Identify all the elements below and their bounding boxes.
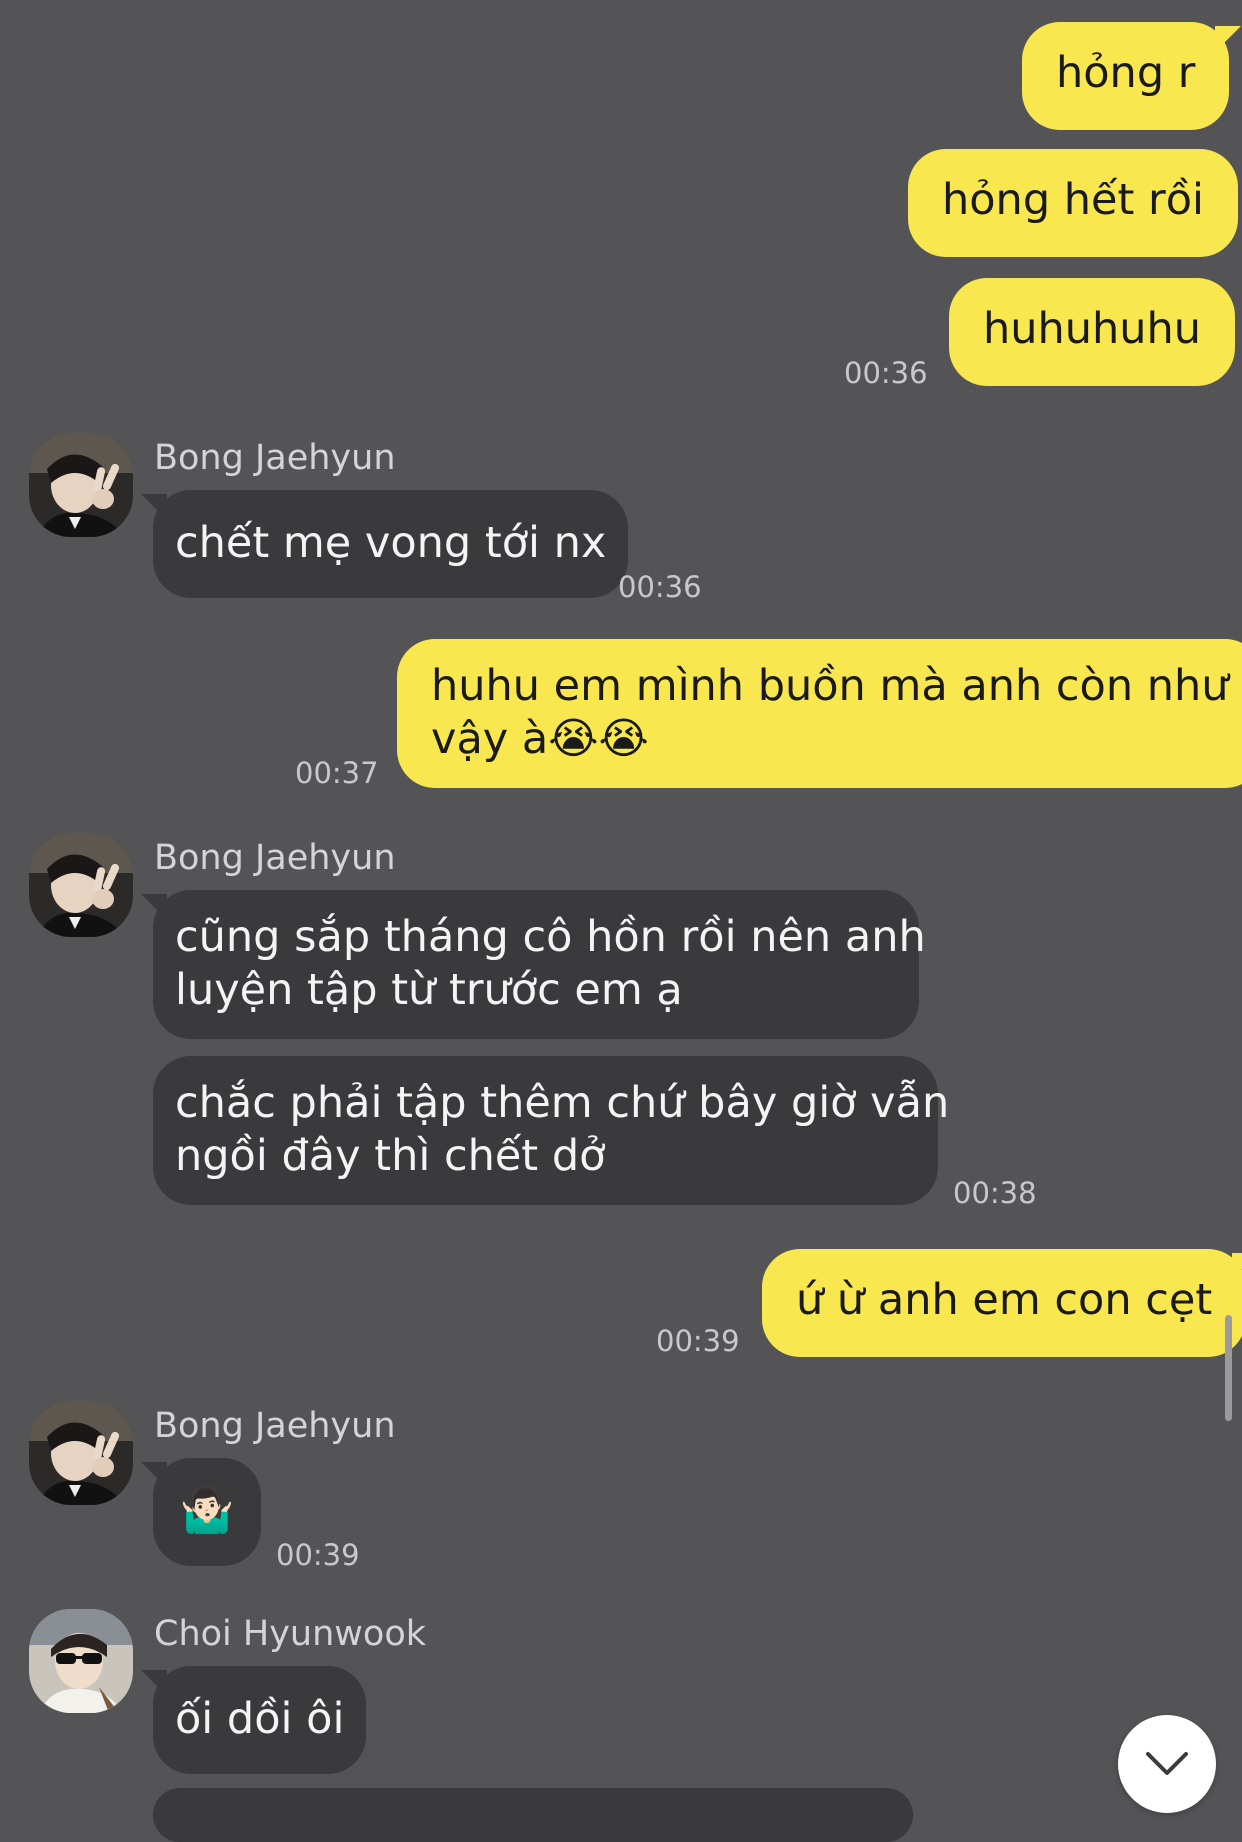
message-timestamp: 00:36	[844, 356, 928, 390]
message-line: chắc phải tập thêm chứ bây giờ vẫn	[175, 1078, 950, 1128]
message-timestamp: 00:36	[618, 570, 702, 604]
scrollbar[interactable]	[1225, 1315, 1232, 1421]
incoming-message[interactable]: 🤷🏻‍♂️	[141, 1458, 261, 1566]
avatar-photo-icon	[29, 1401, 133, 1505]
avatar-photo-icon	[29, 1609, 133, 1713]
chat-thread[interactable]: hỏng r hỏng hết rồi huhuhuhu 00:36 Bong …	[0, 0, 1242, 1842]
message-line: luyện tập từ trước em ạ	[175, 965, 683, 1015]
message-timestamp: 00:37	[295, 756, 379, 790]
sender-avatar[interactable]	[29, 1609, 133, 1713]
message-timestamp: 00:39	[656, 1324, 740, 1358]
outgoing-message[interactable]: huhu em mình buồn mà anh còn như vậy à😭😭	[397, 639, 1242, 788]
sender-name: Bong Jaehyun	[154, 438, 396, 478]
incoming-message[interactable]: chết mẹ vong tới nx	[140, 490, 629, 598]
avatar-photo-icon	[29, 433, 133, 537]
incoming-message-partial[interactable]	[153, 1788, 913, 1842]
sender-name: Choi Hyunwook	[154, 1614, 427, 1654]
sender-avatar[interactable]	[29, 1401, 133, 1505]
incoming-message[interactable]: ối dồi ôi	[140, 1666, 367, 1774]
incoming-message[interactable]: cũng sắp tháng cô hồn rồi nên anh luyện …	[141, 890, 926, 1039]
message-timestamp: 00:38	[953, 1176, 1037, 1210]
avatar-photo-icon	[29, 833, 133, 937]
outgoing-message[interactable]: huhuhuhu	[949, 278, 1236, 386]
chevron-down-icon	[1146, 1752, 1188, 1775]
message-line: huhu em mình buồn mà anh còn như	[431, 661, 1229, 711]
outgoing-message[interactable]: hỏng hết rồi	[908, 149, 1238, 257]
message-line: ngồi đây thì chết dở	[175, 1131, 606, 1181]
sender-name: Bong Jaehyun	[154, 1406, 396, 1446]
outgoing-message[interactable]: hỏng r	[1022, 22, 1230, 130]
sender-avatar[interactable]	[29, 833, 133, 937]
message-line: cũng sắp tháng cô hồn rồi nên anh	[175, 912, 926, 962]
message-line: vậy à😭😭	[431, 714, 649, 764]
outgoing-message[interactable]: ứ ừ anh em con cẹt	[762, 1249, 1242, 1357]
sender-name: Bong Jaehyun	[154, 838, 396, 878]
incoming-message[interactable]: chắc phải tập thêm chứ bây giờ vẫn ngồi …	[153, 1056, 950, 1205]
message-timestamp: 00:39	[276, 1538, 360, 1572]
sender-avatar[interactable]	[29, 433, 133, 537]
scroll-to-bottom-button[interactable]	[1118, 1715, 1216, 1813]
